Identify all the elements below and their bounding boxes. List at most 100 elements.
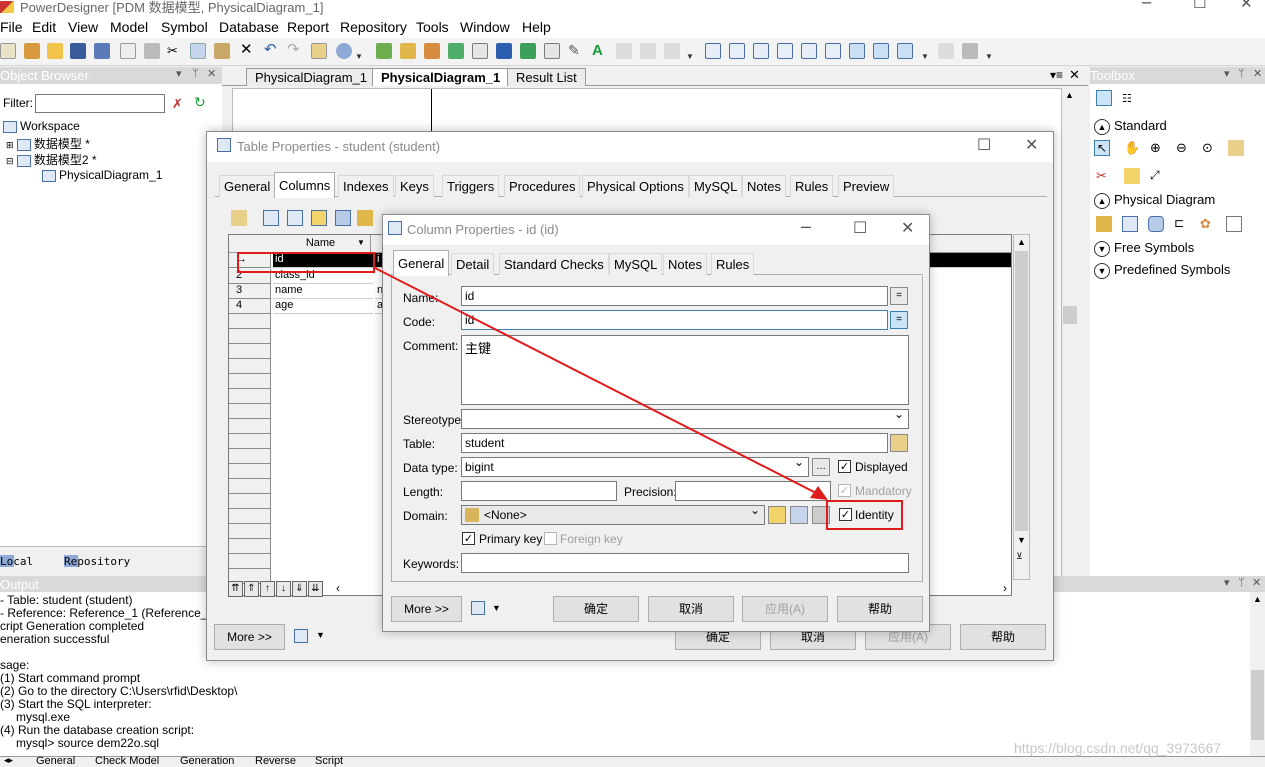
tree-item-physical-diagram[interactable]: PhysicalDiagram_1	[42, 168, 162, 182]
empty-row[interactable]	[229, 419, 271, 434]
hscroll-right-icon[interactable]: ›	[1003, 581, 1007, 595]
print-preview-icon[interactable]	[120, 43, 136, 59]
tree-item-model-2[interactable]: ⊟ 数据模型2 *	[6, 151, 97, 168]
scroll-up-icon[interactable]: ▲	[1253, 594, 1262, 604]
row-number[interactable]: 4	[229, 299, 271, 314]
canvas-scrollbar[interactable]: ▲	[1062, 88, 1079, 578]
panel-menu-icon[interactable]: ▾	[1224, 67, 1230, 80]
browse-dropdown-icon[interactable]: ▼	[355, 52, 363, 61]
panel-close-icon[interactable]: ✕	[207, 67, 216, 80]
properties-tool-icon[interactable]	[1228, 140, 1244, 156]
copy-rows-icon[interactable]	[357, 210, 373, 226]
move-down-page-icon[interactable]: ⇓	[292, 581, 307, 597]
open-view-icon[interactable]: ⊙	[1202, 140, 1218, 156]
output-scrollbar[interactable]: ▲	[1250, 592, 1265, 756]
displayed-checkbox[interactable]: ✓	[838, 460, 851, 473]
table-help-button[interactable]: 帮助	[960, 624, 1046, 650]
move-bottom-icon[interactable]: ⇊	[308, 581, 323, 597]
scroll-up-icon[interactable]: ▲	[1065, 90, 1074, 100]
name-field[interactable]: id	[461, 286, 888, 306]
align-right-icon[interactable]	[753, 43, 769, 59]
column-filter-icon[interactable]: ▼	[357, 238, 365, 247]
tab-preview[interactable]: Preview	[838, 175, 895, 197]
domain-select[interactable]: <None>	[461, 505, 765, 525]
print-setup-icon[interactable]	[938, 43, 954, 59]
tree-item-workspace[interactable]: Workspace	[3, 119, 80, 133]
hscroll-left-icon[interactable]: ‹	[336, 581, 340, 595]
procedure-tool-icon[interactable]: ✿	[1200, 216, 1216, 232]
empty-row[interactable]	[229, 359, 271, 374]
move-down-icon[interactable]: ↓	[276, 581, 291, 597]
insert-row-icon[interactable]	[263, 210, 279, 226]
tab-procedures[interactable]: Procedures	[504, 175, 581, 197]
tab-result-list[interactable]: Result List	[507, 68, 586, 86]
tab-keys[interactable]: Keys	[395, 175, 434, 197]
note-tool-icon[interactable]	[1124, 168, 1140, 184]
name-equals-button[interactable]: =	[890, 287, 908, 305]
table-view-icon[interactable]	[897, 43, 913, 59]
menu-edit[interactable]: Edit	[32, 19, 56, 35]
view-dropdown-icon[interactable]: ▼	[921, 52, 929, 61]
close-icon[interactable]: ✕	[1240, 0, 1253, 12]
menu-view[interactable]: View	[68, 19, 98, 35]
menu-repository[interactable]: Repository	[340, 19, 407, 35]
close-icon[interactable]: ✕	[1025, 135, 1038, 154]
table-field[interactable]: student	[461, 433, 888, 453]
refresh-icon[interactable]: ↻	[194, 94, 206, 111]
arrow-style-icon[interactable]	[664, 43, 680, 59]
stereotype-select[interactable]	[461, 409, 909, 429]
empty-row[interactable]	[229, 434, 271, 449]
column-ok-button[interactable]: 确定	[553, 596, 639, 622]
empty-row[interactable]	[229, 329, 271, 344]
expand-icon[interactable]: ⊞	[6, 140, 14, 150]
package-tool-icon[interactable]	[1096, 216, 1112, 232]
tab-detail[interactable]: Detail	[451, 253, 495, 275]
pin-icon[interactable]: ᛘ	[1238, 576, 1245, 589]
open-folder-icon[interactable]	[47, 43, 63, 59]
delete-tool-icon[interactable]: ✂	[1096, 168, 1112, 184]
empty-row[interactable]	[229, 524, 271, 539]
data-type-browse-button[interactable]: …	[812, 458, 830, 476]
row-number[interactable]: 3	[229, 284, 271, 299]
column-menu-icon[interactable]	[471, 601, 485, 615]
tab-mysql[interactable]: MySQL	[689, 175, 743, 197]
print-diagram-icon[interactable]	[962, 43, 978, 59]
tab-reverse[interactable]: Reverse	[255, 755, 296, 767]
impact-analysis-icon[interactable]	[448, 43, 464, 59]
precision-field[interactable]	[675, 481, 831, 501]
align-left-icon[interactable]	[705, 43, 721, 59]
tab-standard-checks[interactable]: Standard Checks	[499, 253, 609, 275]
column-more-button[interactable]: More >>	[391, 596, 462, 622]
tab-notes[interactable]: Notes	[742, 175, 786, 197]
undo-icon[interactable]: ↶	[264, 42, 280, 59]
properties-icon[interactable]	[311, 43, 327, 59]
text-color-icon[interactable]: A	[592, 43, 608, 59]
menu-symbol[interactable]: Symbol	[161, 19, 208, 35]
browse-icon[interactable]	[336, 43, 352, 59]
code-equals-button[interactable]: =	[890, 311, 908, 329]
column-help-button[interactable]: 帮助	[837, 596, 923, 622]
column-cancel-button[interactable]: 取消	[648, 596, 734, 622]
panel-menu-icon[interactable]: ▾	[176, 67, 182, 80]
tab-physical-diagram-1-active[interactable]: PhysicalDiagram_1	[372, 68, 510, 86]
empty-row[interactable]	[229, 479, 271, 494]
minimize-icon[interactable]: ─	[801, 218, 811, 237]
zoom-fit-icon[interactable]	[849, 43, 865, 59]
tab-scroll-icon[interactable]: ◂▸	[4, 755, 13, 766]
format-dropdown-icon[interactable]: ▼	[686, 52, 694, 61]
toolbox-section-standard[interactable]: ▲ Standard	[1094, 118, 1167, 135]
maximize-icon[interactable]: ☐	[853, 218, 867, 237]
panel-menu-icon[interactable]: ▾	[1224, 576, 1230, 589]
scroll-bottom-icon[interactable]: ⊻	[1016, 551, 1023, 562]
check-model-icon[interactable]	[424, 43, 440, 59]
move-up-page-icon[interactable]: ⇑	[244, 581, 259, 597]
menu-tools[interactable]: Tools	[416, 19, 449, 35]
collapse-icon[interactable]: ⊟	[6, 156, 14, 166]
zoom-out-icon[interactable]: ⊖	[1176, 140, 1192, 156]
new-icon[interactable]	[0, 43, 16, 59]
move-top-icon[interactable]: ⇈	[228, 581, 243, 597]
column-properties-icon[interactable]	[231, 210, 247, 226]
empty-row[interactable]	[229, 374, 271, 389]
column-menu-dropdown-icon[interactable]: ▼	[492, 603, 501, 613]
code-field[interactable]: id	[461, 310, 888, 330]
